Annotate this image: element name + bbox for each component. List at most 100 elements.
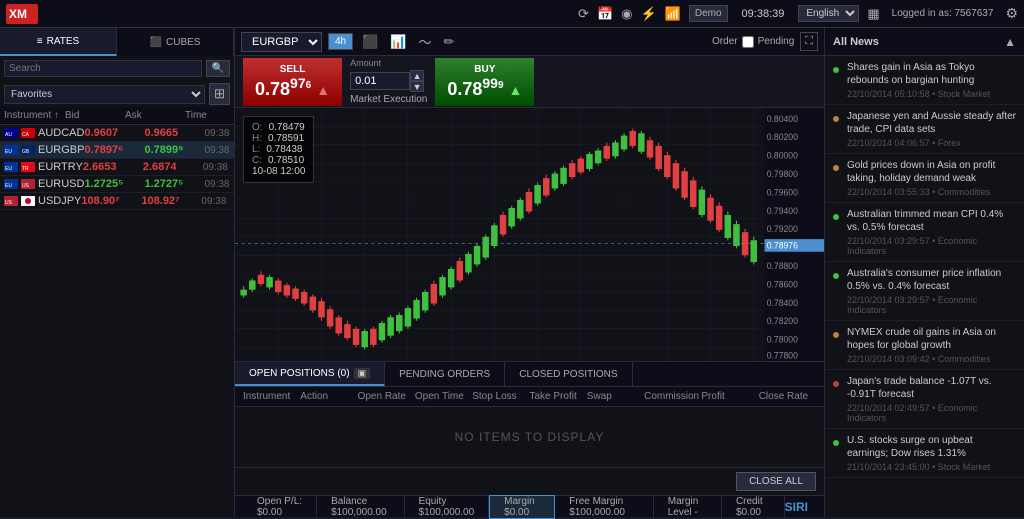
margin: Margin $0.00 bbox=[489, 495, 555, 519]
news-dot-6 bbox=[833, 381, 839, 387]
amount-stepper: ▲ ▼ bbox=[410, 70, 424, 92]
news-item-1[interactable]: Japanese yen and Aussie steady after tra… bbox=[825, 105, 1024, 154]
news-title-0: Shares gain in Asia as Tokyo rebounds on… bbox=[847, 61, 1016, 87]
amount-up[interactable]: ▲ bbox=[410, 70, 424, 81]
amount-down[interactable]: ▼ bbox=[410, 81, 424, 92]
news-title-2: Gold prices down in Asia on profit takin… bbox=[847, 159, 1016, 185]
bottom-tabs: OPEN POSITIONS (0) ▣ PENDING ORDERS CLOS… bbox=[235, 361, 824, 387]
positions-table: Instrument Action Open Rate Open Time St… bbox=[235, 387, 824, 495]
news-item-4[interactable]: Australia's consumer price inflation 0.5… bbox=[825, 262, 1024, 321]
svg-text:XM: XM bbox=[9, 7, 27, 21]
chart-icon[interactable]: ◉ bbox=[621, 6, 632, 22]
timeframe-4h[interactable]: 4h bbox=[328, 33, 353, 50]
closed-positions-tab[interactable]: CLOSED POSITIONS bbox=[505, 362, 632, 386]
pair-select[interactable]: EURGBP bbox=[241, 32, 322, 52]
news-meta-2: 22/10/2014 03:55:33 • Commodities bbox=[847, 187, 1016, 197]
open-positions-tab[interactable]: OPEN POSITIONS (0) ▣ bbox=[235, 362, 385, 386]
audcad-bid: 0.9607 bbox=[84, 127, 144, 139]
language-select[interactable]: English bbox=[798, 5, 859, 22]
sell-price: 0.78976 ▲ bbox=[255, 75, 330, 100]
col-time: Time bbox=[185, 110, 230, 121]
col-instrument: Instrument ↑ bbox=[4, 110, 65, 121]
market-execution-label: Market Execution bbox=[350, 94, 427, 105]
order-section: Order Pending bbox=[712, 36, 794, 48]
margin-level: Margin Level - bbox=[654, 496, 722, 518]
draw-tool-icon[interactable]: ✏ bbox=[441, 33, 458, 51]
flag-us-usdjpy: US bbox=[4, 196, 18, 206]
logo: XM bbox=[6, 4, 38, 24]
news-item-5[interactable]: NYMEX crude oil gains in Asia on hopes f… bbox=[825, 321, 1024, 370]
lightning-icon[interactable]: ⚡ bbox=[640, 6, 656, 22]
rate-row-eurgbp[interactable]: EU GB EURGBP 0.7897⁶ 0.7899⁹ 09:38 bbox=[0, 142, 234, 159]
ohlc-low: 0.78438 bbox=[266, 144, 302, 155]
news-item-0[interactable]: Shares gain in Asia as Tokyo rebounds on… bbox=[825, 56, 1024, 105]
col-take-profit: Take Profit bbox=[529, 391, 586, 402]
sync-icon[interactable]: ⟳ bbox=[578, 6, 589, 22]
sell-button[interactable]: SELL 0.78976 ▲ bbox=[243, 58, 342, 106]
pending-orders-tab[interactable]: PENDING ORDERS bbox=[385, 362, 505, 386]
news-dot-2 bbox=[833, 165, 839, 171]
svg-text:0.79200: 0.79200 bbox=[767, 224, 798, 234]
rate-row-audcad[interactable]: AU CA AUDCAD 0.9607 0.9665 09:38 bbox=[0, 125, 234, 142]
rates-list: AU CA AUDCAD 0.9607 0.9665 09:38 EU GB E… bbox=[0, 125, 234, 517]
order-checkbox[interactable] bbox=[742, 36, 754, 48]
news-dot-7 bbox=[833, 440, 839, 446]
search-button[interactable]: 🔍 bbox=[206, 60, 230, 77]
svg-text:0.80200: 0.80200 bbox=[767, 132, 798, 142]
chart-area: 0.80400 0.80200 0.80000 0.79800 0.79600 … bbox=[235, 108, 824, 361]
svg-text:0.79400: 0.79400 bbox=[767, 206, 798, 216]
amount-label: Amount bbox=[350, 58, 427, 68]
signal-icon[interactable]: 📶 bbox=[665, 6, 681, 22]
svg-text:0.80400: 0.80400 bbox=[767, 114, 798, 124]
news-meta-4: 22/10/2014 03:29:57 • Economic Indicator… bbox=[847, 295, 1016, 315]
cubes-tab[interactable]: ⬛ CUBES bbox=[117, 28, 234, 56]
rates-tab[interactable]: ≡ RATES bbox=[0, 28, 117, 56]
svg-text:0.80000: 0.80000 bbox=[767, 150, 798, 160]
news-item-6[interactable]: Japan's trade balance -1.07T vs. -0.91T … bbox=[825, 370, 1024, 429]
flag-gb: GB bbox=[21, 145, 35, 155]
col-action: Action bbox=[300, 391, 357, 402]
line-chart-icon[interactable]: 〜 bbox=[416, 31, 435, 52]
calendar-icon[interactable]: 📅 bbox=[597, 6, 613, 22]
settings-icon[interactable]: ⚙ bbox=[1005, 5, 1018, 22]
amount-input[interactable] bbox=[350, 72, 410, 90]
time-display: 09:38:39 bbox=[736, 8, 791, 20]
eurusd-bid: 1.2725⁵ bbox=[84, 178, 144, 190]
center-panel: EURGBP 4h ⬛ 📊 〜 ✏ Order Pending ⛶ SELL 0… bbox=[235, 28, 824, 517]
credit: Credit $0.00 bbox=[722, 496, 785, 518]
instrument-cell: EU TR EURTRY bbox=[4, 161, 83, 173]
news-collapse-icon[interactable]: ▲ bbox=[1004, 35, 1016, 49]
eurusd-ask: 1.2727⁵ bbox=[144, 178, 204, 190]
eurgbp-bid: 0.7897⁶ bbox=[84, 144, 144, 156]
svg-text:0.78200: 0.78200 bbox=[767, 316, 798, 326]
rate-row-eurusd[interactable]: EU US EURUSD 1.2725⁵ 1.2727⁵ 09:38 bbox=[0, 176, 234, 193]
news-item-7[interactable]: U.S. stocks surge on upbeat earnings; Do… bbox=[825, 429, 1024, 478]
maximize-button[interactable]: ⛶ bbox=[800, 32, 818, 51]
balance: Balance $100,000.00 bbox=[317, 496, 404, 518]
news-title-3: Australian trimmed mean CPI 0.4% vs. 0.5… bbox=[847, 208, 1016, 234]
news-meta-3: 22/10/2014 03:29:57 • Economic Indicator… bbox=[847, 236, 1016, 256]
status-bar: Open P/L: $0.00 Balance $100,000.00 Equi… bbox=[235, 495, 824, 517]
rate-row-usdjpy[interactable]: US USDJPY 108.90⁷ 108.92⁷ 09:38 bbox=[0, 193, 234, 210]
svg-text:0.78800: 0.78800 bbox=[767, 261, 798, 271]
buy-button[interactable]: BUY 0.78999 ▲ bbox=[435, 58, 534, 106]
flag-tr: TR bbox=[21, 162, 35, 172]
news-item-3[interactable]: Australian trimmed mean CPI 0.4% vs. 0.5… bbox=[825, 203, 1024, 262]
rate-row-eurtry[interactable]: EU TR EURTRY 2.6653 2.6874 09:38 bbox=[0, 159, 234, 176]
col-close-rate: Close Rate bbox=[759, 391, 816, 402]
filter-options-button[interactable]: ⊞ bbox=[209, 83, 230, 105]
news-meta-1: 22/10/2014 04:06:57 • Forex bbox=[847, 138, 1016, 148]
news-item-2[interactable]: Gold prices down in Asia on profit takin… bbox=[825, 154, 1024, 203]
close-all-button[interactable]: CLOSE ALL bbox=[736, 472, 816, 491]
flag-eu-eurtry: EU bbox=[4, 162, 18, 172]
bar-chart-icon[interactable]: ⬛ bbox=[359, 33, 381, 51]
equity: Equity $100,000.00 bbox=[405, 496, 490, 518]
sell-arrow: ▲ bbox=[316, 82, 330, 98]
search-input[interactable] bbox=[4, 60, 202, 77]
filter-select[interactable]: Favorites All bbox=[4, 85, 205, 104]
ohlc-close: 0.78510 bbox=[268, 155, 304, 166]
usdjpy-bid: 108.90⁷ bbox=[81, 195, 141, 207]
candle-chart-icon[interactable]: 📊 bbox=[387, 33, 409, 51]
siri-icon: SIRI bbox=[785, 500, 816, 514]
news-meta-5: 22/10/2014 03:09:42 • Commodities bbox=[847, 354, 1016, 364]
